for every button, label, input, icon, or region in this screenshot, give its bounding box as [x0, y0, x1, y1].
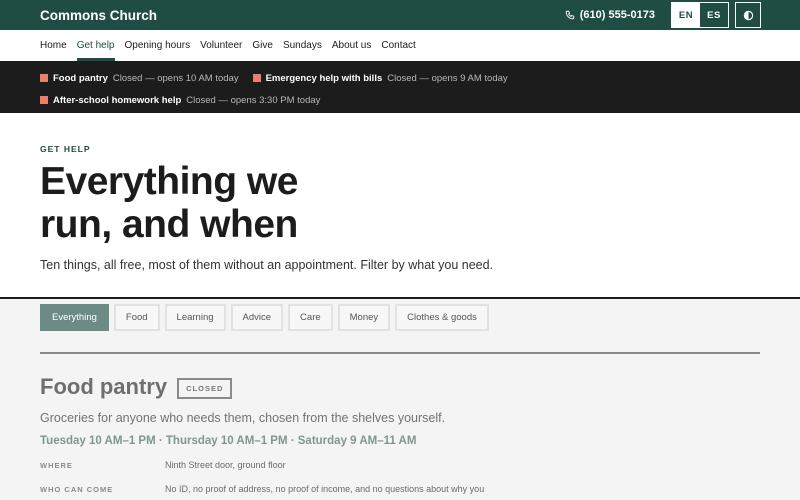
- filter-chips: Everything Food Learning Advice Care Money Clo…: [40, 304, 760, 331]
- service-where-row: WHERE Ninth Street door, ground floor: [40, 460, 760, 470]
- services-section: Everything Food Learning Advice Care Money Clo…: [0, 297, 800, 500]
- hero-subtitle: Ten things, all free, most of them witho…: [40, 258, 494, 272]
- service-title: Food pantry: [40, 374, 168, 399]
- status-item-name: Emergency help with bills: [265, 72, 383, 84]
- filter-chip-everything[interactable]: Everything: [40, 304, 109, 331]
- status-item-name: Food pantry: [53, 72, 108, 84]
- service-who-row: WHO CAN COME No ID, no proof of address,…: [40, 484, 760, 494]
- status-item[interactable]: After-school homework help Closed — opens…: [40, 89, 320, 111]
- phone-link[interactable]: (610) 555-0173: [565, 9, 655, 21]
- who-value: No ID, no proof of address, no proof of …: [165, 484, 485, 494]
- nav-item-contact[interactable]: Contact: [381, 30, 415, 61]
- service-header: Food pantry CLOSED: [40, 374, 760, 400]
- status-item-state: Closed — opens 10 AM today: [112, 72, 239, 84]
- language-switcher: EN ES: [671, 2, 729, 28]
- nav-item-about-us[interactable]: About us: [332, 30, 371, 61]
- status-item[interactable]: Food pantry Closed — opens 10 AM today: [40, 67, 239, 89]
- status-badge: CLOSED: [177, 377, 233, 399]
- who-label: WHO CAN COME: [40, 485, 114, 494]
- nav-item-get-help[interactable]: Get help: [76, 30, 115, 61]
- hero: GET HELP Everything we run, and when Ten…: [0, 113, 800, 297]
- service-description: Groceries for anyone who needs them, cho…: [40, 411, 446, 425]
- where-label: WHERE: [40, 461, 73, 470]
- site-brand[interactable]: Commons Church: [40, 8, 157, 23]
- status-marker-icon: [252, 74, 261, 82]
- filter-chip-learning[interactable]: Learning: [164, 304, 226, 331]
- nav-item-volunteer[interactable]: Volunteer: [200, 30, 242, 61]
- lang-es-button[interactable]: ES: [700, 3, 728, 27]
- nav-item-home[interactable]: Home: [40, 30, 67, 61]
- status-marker-icon: [40, 96, 48, 104]
- status-item-name: After-school homework help: [53, 94, 182, 106]
- nav-item-sundays[interactable]: Sundays: [283, 30, 322, 61]
- filter-chip-clothes-goods[interactable]: Clothes & goods: [395, 304, 489, 331]
- status-item-state: Closed — opens 3:30 PM today: [186, 94, 321, 106]
- where-value: Ninth Street door, ground floor: [165, 460, 286, 470]
- contrast-toggle-button[interactable]: [735, 2, 761, 28]
- filter-chip-food[interactable]: Food: [113, 304, 160, 331]
- filter-chip-advice[interactable]: Advice: [230, 304, 284, 331]
- status-item-state: Closed — opens 9 AM today: [387, 72, 508, 84]
- service-hours: Tuesday 10 AM–1 PM · Thursday 10 AM–1 PM…: [40, 435, 417, 447]
- top-bar-actions: (610) 555-0173 EN ES: [565, 2, 761, 28]
- filter-chip-care[interactable]: Care: [288, 304, 333, 331]
- phone-number: (610) 555-0173: [579, 9, 655, 21]
- hero-eyebrow: GET HELP: [40, 144, 91, 154]
- phone-icon: [565, 10, 574, 20]
- section-divider: [40, 352, 760, 354]
- filter-chip-money[interactable]: Money: [337, 304, 391, 331]
- top-bar: Commons Church (610) 555-0173 EN ES: [0, 0, 800, 30]
- status-marker-icon: [40, 74, 48, 82]
- nav-item-opening-hours[interactable]: Opening hours: [125, 30, 191, 61]
- lang-en-button[interactable]: EN: [672, 3, 700, 27]
- page-title: Everything we run, and when: [40, 160, 298, 246]
- status-item[interactable]: Emergency help with bills Closed — opens …: [252, 67, 508, 89]
- main-nav: Home Get help Opening hours Volunteer Give Su…: [0, 30, 800, 61]
- status-strip: Food pantry Closed — opens 10 AM today Eme…: [0, 61, 800, 113]
- nav-item-give[interactable]: Give: [252, 30, 273, 61]
- contrast-icon: [743, 10, 753, 20]
